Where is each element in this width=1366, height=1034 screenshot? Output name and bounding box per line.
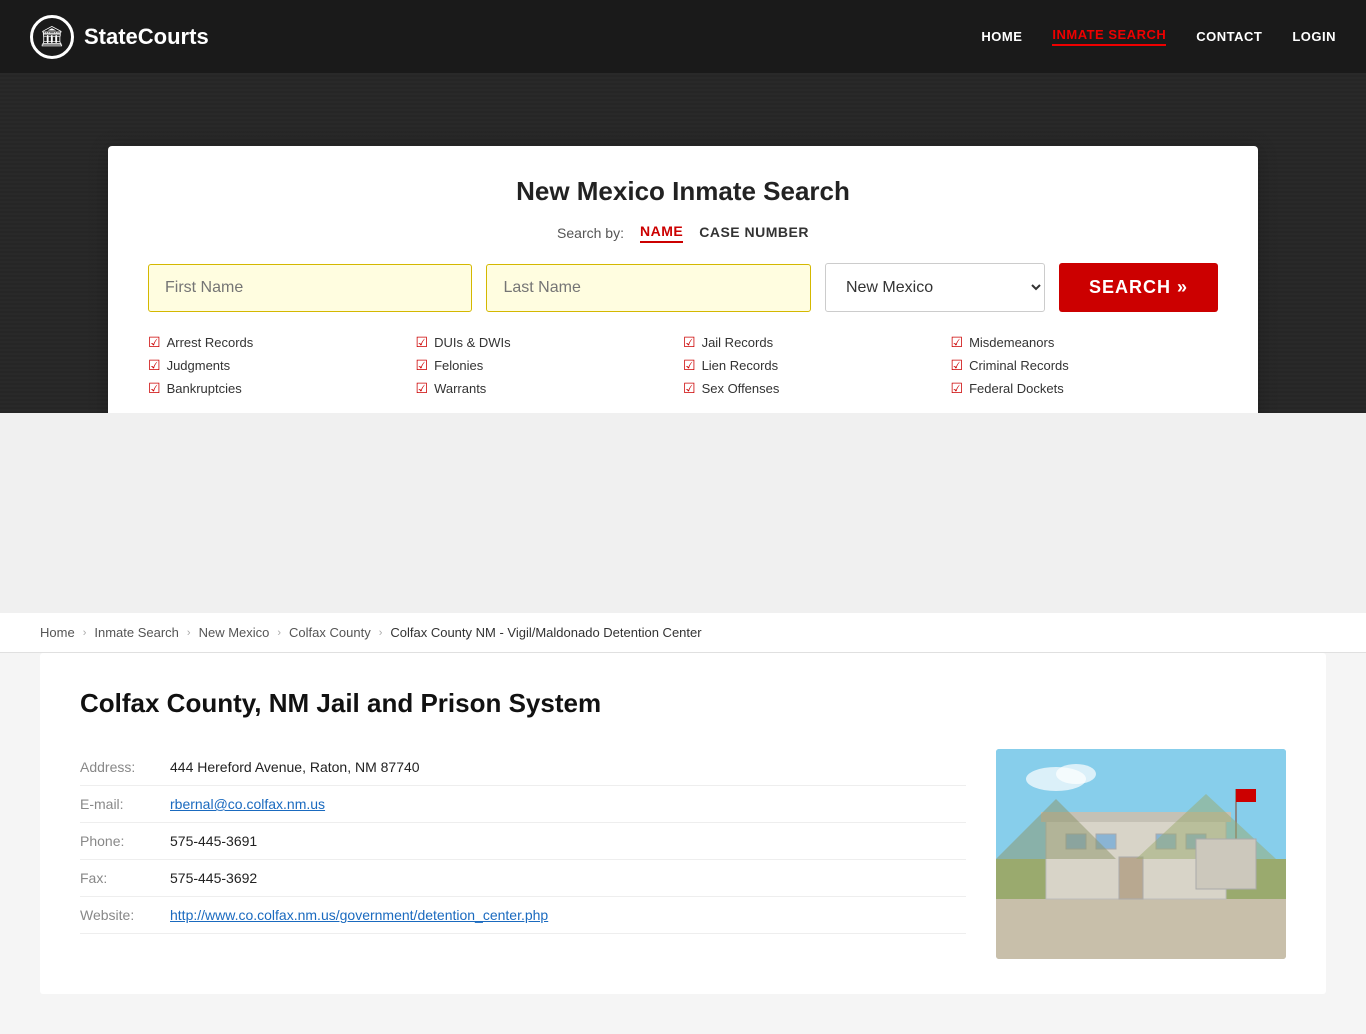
facility-image [996, 749, 1286, 959]
breadcrumb-sep-3: › [277, 627, 281, 639]
address-label: Address: [80, 759, 170, 775]
breadcrumb-current: Colfax County NM - Vigil/Maldonado Deten… [390, 625, 701, 640]
checkbox-col-2: ☑ DUIs & DWIs ☑ Felonies ☑ Warrants [416, 334, 684, 397]
modal-title: New Mexico Inmate Search [148, 176, 1218, 207]
nav-login[interactable]: LOGIN [1292, 29, 1336, 44]
email-label: E-mail: [80, 796, 170, 812]
fax-row: Fax: 575-445-3692 [80, 860, 966, 897]
checkbox-criminal-records: ☑ Criminal Records [951, 357, 1219, 374]
check-icon: ☑ [951, 334, 964, 351]
tab-case-number[interactable]: CASE NUMBER [699, 224, 809, 242]
check-icon: ☑ [683, 357, 696, 374]
checkbox-sex-offenses: ☑ Sex Offenses [683, 380, 951, 397]
check-icon: ☑ [683, 380, 696, 397]
checkbox-jail-records: ☑ Jail Records [683, 334, 951, 351]
breadcrumb-inmate-search[interactable]: Inmate Search [94, 625, 179, 640]
site-header: 🏛 StateCourts HOME INMATE SEARCH CONTACT… [0, 0, 1366, 73]
check-icon: ☑ [951, 380, 964, 397]
facility-card: Colfax County, NM Jail and Prison System… [40, 653, 1326, 994]
breadcrumb-home[interactable]: Home [40, 625, 75, 640]
first-name-input[interactable] [148, 264, 472, 312]
check-icon: ☑ [683, 334, 696, 351]
email-value: rbernal@co.colfax.nm.us [170, 796, 325, 812]
website-value: http://www.co.colfax.nm.us/government/de… [170, 907, 548, 923]
checkbox-lien-records: ☑ Lien Records [683, 357, 951, 374]
breadcrumb-colfax-county[interactable]: Colfax County [289, 625, 371, 640]
checkbox-bankruptcies: ☑ Bankruptcies [148, 380, 416, 397]
nav-inmate-search[interactable]: INMATE SEARCH [1052, 27, 1166, 46]
main-nav: HOME INMATE SEARCH CONTACT LOGIN [981, 27, 1336, 46]
checkbox-col-3: ☑ Jail Records ☑ Lien Records ☑ Sex Offe… [683, 334, 951, 397]
last-name-input[interactable] [486, 264, 810, 312]
state-select[interactable]: New Mexico [825, 263, 1045, 312]
logo-link[interactable]: 🏛 StateCourts [30, 15, 209, 59]
email-link[interactable]: rbernal@co.colfax.nm.us [170, 796, 325, 812]
nav-home[interactable]: HOME [981, 29, 1022, 44]
search-inputs-row: New Mexico SEARCH » [148, 263, 1218, 312]
breadcrumb-sep-2: › [187, 627, 191, 639]
checkbox-col-4: ☑ Misdemeanors ☑ Criminal Records ☑ Fede… [951, 334, 1219, 397]
fax-label: Fax: [80, 870, 170, 886]
logo-text: StateCourts [84, 24, 209, 50]
checkbox-duis: ☑ DUIs & DWIs [416, 334, 684, 351]
logo-icon: 🏛 [30, 15, 74, 59]
info-layout: Address: 444 Hereford Avenue, Raton, NM … [80, 749, 1286, 959]
main-content: Colfax County, NM Jail and Prison System… [0, 653, 1366, 1034]
checkbox-col-1: ☑ Arrest Records ☑ Judgments ☑ Bankruptc… [148, 334, 416, 397]
hero-section: COURTHOUSE New Mexico Inmate Search Sear… [0, 73, 1366, 413]
checkbox-misdemeanors: ☑ Misdemeanors [951, 334, 1219, 351]
search-button[interactable]: SEARCH » [1059, 263, 1218, 312]
checkbox-arrest-records: ☑ Arrest Records [148, 334, 416, 351]
checkboxes-row: ☑ Arrest Records ☑ Judgments ☑ Bankruptc… [148, 334, 1218, 397]
search-by-label: Search by: [557, 225, 624, 241]
breadcrumb-sep-4: › [379, 627, 383, 639]
check-icon: ☑ [416, 334, 429, 351]
check-icon: ☑ [148, 357, 161, 374]
checkbox-felonies: ☑ Felonies [416, 357, 684, 374]
check-icon: ☑ [416, 380, 429, 397]
phone-value: 575-445-3691 [170, 833, 257, 849]
nav-contact[interactable]: CONTACT [1196, 29, 1262, 44]
search-by-row: Search by: NAME CASE NUMBER [148, 223, 1218, 243]
check-icon: ☑ [416, 357, 429, 374]
breadcrumb-sep-1: › [83, 627, 87, 639]
checkbox-federal-dockets: ☑ Federal Dockets [951, 380, 1219, 397]
check-icon: ☑ [148, 334, 161, 351]
website-link[interactable]: http://www.co.colfax.nm.us/government/de… [170, 907, 548, 923]
address-value: 444 Hereford Avenue, Raton, NM 87740 [170, 759, 420, 775]
facility-info-table: Address: 444 Hereford Avenue, Raton, NM … [80, 749, 966, 959]
website-label: Website: [80, 907, 170, 923]
search-modal: New Mexico Inmate Search Search by: NAME… [108, 146, 1258, 413]
tab-name[interactable]: NAME [640, 223, 683, 243]
breadcrumb-new-mexico[interactable]: New Mexico [199, 625, 270, 640]
checkbox-judgments: ☑ Judgments [148, 357, 416, 374]
breadcrumb: Home › Inmate Search › New Mexico › Colf… [0, 613, 1366, 653]
facility-title: Colfax County, NM Jail and Prison System [80, 688, 1286, 719]
email-row: E-mail: rbernal@co.colfax.nm.us [80, 786, 966, 823]
checkbox-warrants: ☑ Warrants [416, 380, 684, 397]
phone-label: Phone: [80, 833, 170, 849]
phone-row: Phone: 575-445-3691 [80, 823, 966, 860]
fax-value: 575-445-3692 [170, 870, 257, 886]
website-row: Website: http://www.co.colfax.nm.us/gove… [80, 897, 966, 934]
check-icon: ☑ [951, 357, 964, 374]
check-icon: ☑ [148, 380, 161, 397]
